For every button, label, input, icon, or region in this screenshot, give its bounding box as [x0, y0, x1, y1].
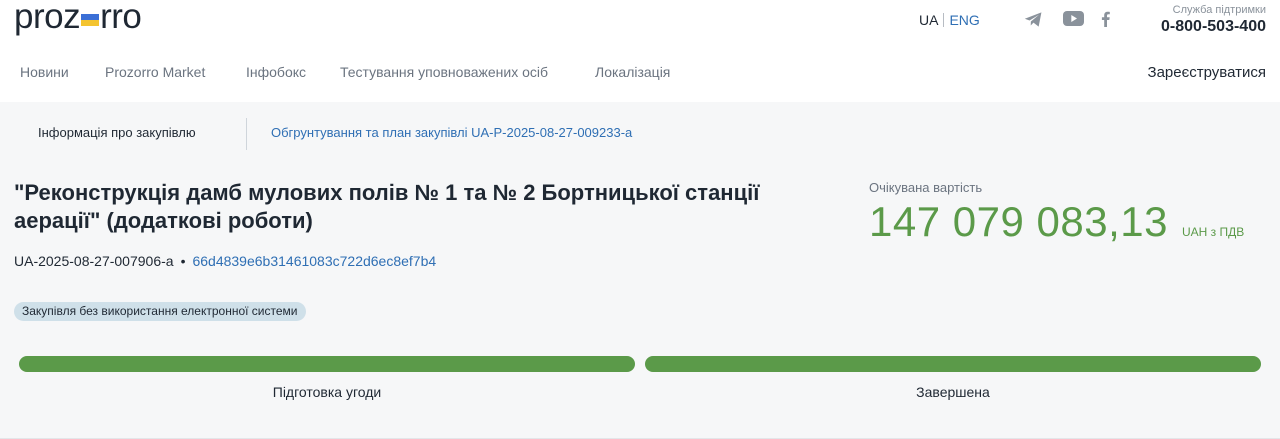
nav-item-news[interactable]: Новини: [20, 64, 69, 80]
stage-progress-bar: [645, 356, 1261, 372]
tender-id: UA-2025-08-27-007906-a: [14, 253, 174, 269]
logo-text-left: proz: [14, 0, 81, 36]
tab-procurement-info[interactable]: Інформація про закупівлю: [38, 125, 196, 140]
tender-hash-link[interactable]: 66d4839e6b31461083c722d6ec8ef7b4: [192, 253, 436, 269]
main-nav: Новини Prozorro Market Інфобокс Тестуван…: [0, 56, 1280, 90]
support-contact: Служба підтримки 0-800-503-400: [1161, 4, 1266, 37]
expected-value-label: Очікувана вартість: [869, 180, 983, 195]
tender-identifiers: UA-2025-08-27-007906-a • 66d4839e6b31461…: [14, 253, 436, 269]
tender-panel: Інформація про закупівлю Обгрунтування т…: [0, 102, 1280, 439]
id-separator: •: [180, 253, 186, 269]
language-eng[interactable]: ENG: [949, 12, 979, 28]
top-header: proz rro UA ENG Служба підтримки 0-800-5…: [0, 0, 1280, 44]
nav-item-infobox[interactable]: Інфобокс: [246, 64, 306, 80]
telegram-icon[interactable]: [1024, 11, 1043, 28]
expected-value-currency: UAH з ПДВ: [1181, 225, 1245, 239]
language-switcher: UA ENG: [919, 12, 980, 28]
stage-label: Завершена: [916, 384, 990, 400]
register-link[interactable]: Зареєструватися: [1148, 64, 1266, 81]
logo-text-right: rro: [100, 0, 142, 36]
nav-item-localization[interactable]: Локалізація: [595, 64, 670, 80]
support-label: Служба підтримки: [1172, 4, 1266, 16]
language-ua[interactable]: UA: [919, 12, 938, 28]
tab-plan-link[interactable]: Обгрунтування та план закупівлі UA-P-202…: [271, 125, 632, 140]
nav-item-market[interactable]: Prozorro Market: [105, 64, 205, 80]
support-phone[interactable]: 0-800-503-400: [1161, 17, 1266, 37]
youtube-icon[interactable]: [1063, 11, 1084, 26]
facebook-icon[interactable]: [1101, 11, 1110, 27]
stage-completed: Завершена: [645, 356, 1261, 400]
expected-value-amount: 147 079 083,13: [869, 198, 1168, 245]
stage-preparation: Підготовка угоди: [19, 356, 635, 400]
expected-value: 147 079 083,13 UAH з ПДВ: [869, 198, 1244, 246]
prozorro-logo[interactable]: proz rro: [14, 0, 142, 36]
stage-progress-bar: [19, 356, 635, 372]
procurement-type-badge: Закупівля без використання електронної с…: [14, 302, 306, 321]
stage-label: Підготовка угоди: [272, 384, 382, 400]
tab-divider: [246, 118, 247, 150]
ukraine-flag-icon: [81, 14, 100, 26]
nav-item-testing[interactable]: Тестування уповноважених осіб: [340, 64, 548, 80]
tender-title: "Реконструкція дамб мулових полів № 1 та…: [14, 180, 760, 233]
language-divider: [943, 13, 945, 27]
